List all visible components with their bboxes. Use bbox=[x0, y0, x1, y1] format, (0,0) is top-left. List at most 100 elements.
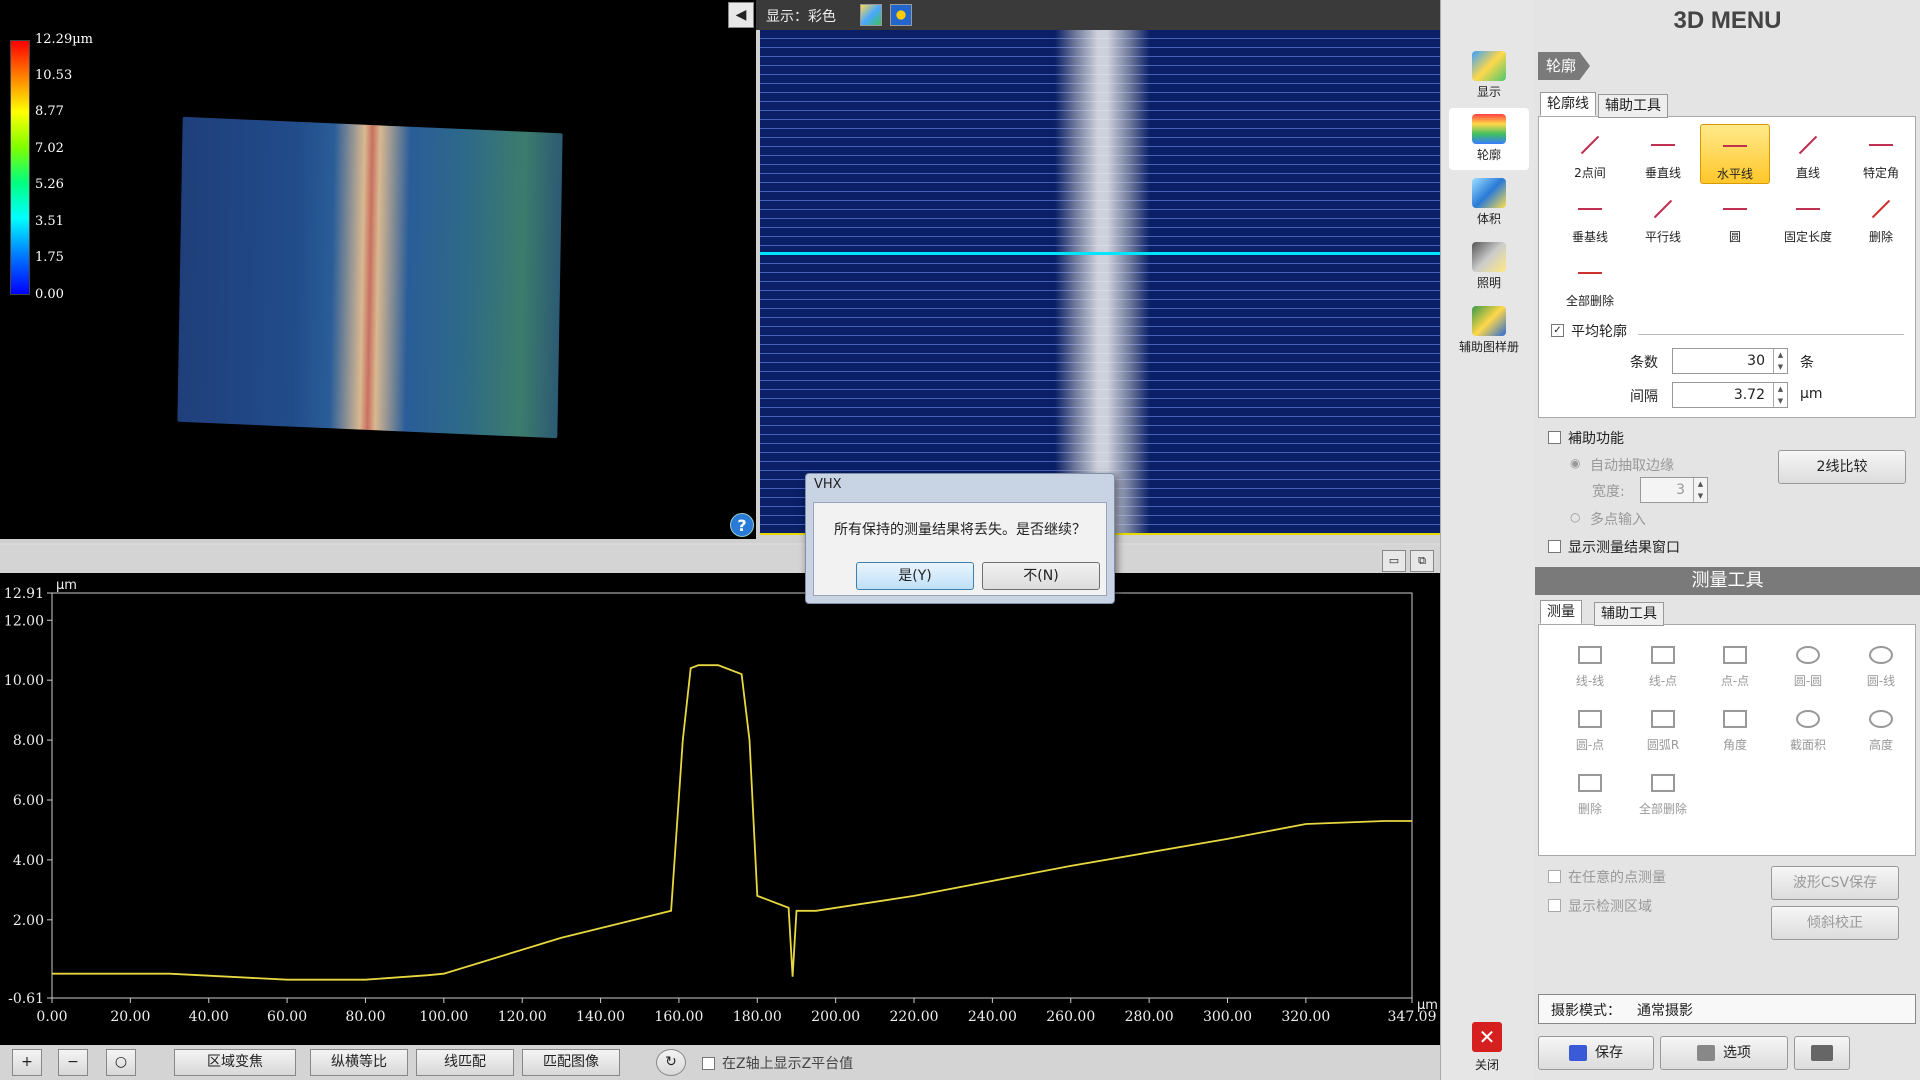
measure-tool-button[interactable]: 圆-圆 bbox=[1773, 632, 1843, 692]
close-icon[interactable]: ✕ bbox=[1472, 1022, 1502, 1052]
x-tick-label: 300.00 bbox=[1203, 1009, 1252, 1025]
help-icon[interactable]: ? bbox=[730, 513, 754, 537]
profile-tool-button[interactable]: 水平线 bbox=[1700, 124, 1770, 184]
zoom-fit-icon[interactable]: ○ bbox=[106, 1049, 136, 1076]
view-divider bbox=[0, 539, 760, 543]
profile-graph[interactable]: 12.91 12.00 10.00 8.00 6.00 4.00 2.00 -0.61 0.0… bbox=[0, 573, 1440, 1045]
measure-tool-button[interactable]: 圆-线 bbox=[1846, 632, 1916, 692]
display-mode-label: 显示：彩色 bbox=[766, 9, 836, 25]
horizontal-profile-line[interactable] bbox=[760, 252, 1440, 255]
x-tick-label: 40.00 bbox=[189, 1009, 229, 1025]
multi-point-radio[interactable]: ○ bbox=[1570, 510, 1580, 524]
width-label: 宽度: bbox=[1592, 484, 1625, 500]
y-tick-label: 10.00 bbox=[4, 673, 44, 689]
arbitrary-point-checkbox[interactable] bbox=[1548, 870, 1561, 883]
tab-measure-aux[interactable]: 辅助工具 bbox=[1594, 602, 1664, 626]
measure-tool-button[interactable]: 全部删除 bbox=[1628, 760, 1698, 820]
measure-tool-button[interactable]: 线-点 bbox=[1628, 632, 1698, 692]
y-tick-label: 4.00 bbox=[13, 853, 44, 869]
side-volume-button[interactable]: 体积 bbox=[1449, 172, 1529, 234]
profile-tool-button[interactable]: 删除 bbox=[1846, 188, 1916, 248]
profile-tool-button[interactable]: 垂直线 bbox=[1628, 124, 1698, 184]
measure-tool-button[interactable]: 角度 bbox=[1700, 696, 1770, 756]
legend-label: 3.51 bbox=[35, 214, 64, 229]
auto-edge-radio[interactable]: ◉ bbox=[1570, 456, 1580, 470]
measure-tool-icon bbox=[1572, 766, 1608, 798]
measure-tool-icon bbox=[1790, 702, 1826, 734]
profile-tool-label: 垂基线 bbox=[1571, 230, 1608, 244]
options-button[interactable]: 选项 bbox=[1660, 1036, 1788, 1070]
measure-tool-button[interactable]: 删除 bbox=[1555, 760, 1625, 820]
measure-tool-button[interactable]: 高度 bbox=[1846, 696, 1916, 756]
match-image-button[interactable]: 匹配图像 bbox=[522, 1049, 620, 1076]
tab-measure[interactable]: 测量 bbox=[1540, 600, 1582, 624]
profile-tool-button[interactable]: 固定长度 bbox=[1773, 188, 1843, 248]
count-input[interactable]: 30 ▲ ▼ bbox=[1672, 348, 1788, 374]
measure-tool-button[interactable]: 截面积 bbox=[1773, 696, 1843, 756]
tab-profile-line[interactable]: 轮廓线 bbox=[1540, 92, 1596, 116]
collapse-left-icon[interactable]: ◀ bbox=[728, 2, 754, 28]
profile-tool-button[interactable]: 垂基线 bbox=[1555, 188, 1625, 248]
csv-save-button[interactable]: 波形CSV保存 bbox=[1771, 866, 1899, 900]
profile-tool-button[interactable]: 特定角 bbox=[1846, 124, 1916, 184]
yes-button[interactable]: 是(Y) bbox=[856, 562, 974, 590]
zoom-out-icon[interactable]: − bbox=[58, 1049, 88, 1076]
profile-tool-icon bbox=[1790, 194, 1826, 226]
profile-tool-button[interactable]: 全部删除 bbox=[1555, 252, 1625, 312]
avg-profile-checkbox[interactable]: ✓ bbox=[1551, 324, 1564, 337]
interval-spinner[interactable]: ▲ ▼ bbox=[1773, 383, 1787, 407]
measure-tool-button[interactable]: 点-点 bbox=[1700, 632, 1770, 692]
width-spinner[interactable]: ▲ ▼ bbox=[1693, 478, 1707, 502]
interval-input[interactable]: 3.72 ▲ ▼ bbox=[1672, 382, 1788, 408]
show-result-window-checkbox[interactable] bbox=[1548, 540, 1561, 553]
lighting-icon bbox=[1472, 242, 1506, 272]
profile-tool-button[interactable]: 圆 bbox=[1700, 188, 1770, 248]
measure-tool-button[interactable]: 圆-点 bbox=[1555, 696, 1625, 756]
aspect-equal-button[interactable]: 纵横等比 bbox=[310, 1049, 408, 1076]
profile-tool-button[interactable]: 平行线 bbox=[1628, 188, 1698, 248]
width-input[interactable]: 3 ▲ ▼ bbox=[1640, 477, 1708, 503]
zoom-in-icon[interactable]: + bbox=[12, 1049, 42, 1076]
color-mode-icon[interactable] bbox=[860, 4, 882, 26]
tilt-correct-button[interactable]: 倾斜校正 bbox=[1771, 906, 1899, 940]
2d-image-view[interactable] bbox=[760, 30, 1440, 536]
x-tick-label: 260.00 bbox=[1046, 1009, 1095, 1025]
profile-icon bbox=[1472, 114, 1506, 144]
side-profile-button[interactable]: 轮廓 bbox=[1449, 108, 1529, 170]
profile-tool-icon bbox=[1572, 130, 1608, 162]
print-button[interactable] bbox=[1794, 1036, 1850, 1070]
profile-tool-icon bbox=[1863, 130, 1899, 162]
legend-label: 5.26 bbox=[35, 177, 64, 192]
measure-tool-button[interactable]: 圆弧R bbox=[1628, 696, 1698, 756]
avg-profile-label: 平均轮廓 bbox=[1571, 324, 1627, 340]
side-aux-sample-button[interactable]: 辅助图样册 bbox=[1449, 300, 1529, 362]
save-button[interactable]: 保存 bbox=[1538, 1036, 1654, 1070]
line-match-button[interactable]: 线匹配 bbox=[416, 1049, 514, 1076]
side-label: 照明 bbox=[1476, 276, 1501, 290]
profile-tool-label: 直线 bbox=[1795, 166, 1820, 180]
dialog-title: VHX bbox=[814, 477, 842, 492]
area-zoom-button[interactable]: 区域变焦 bbox=[174, 1049, 296, 1076]
refresh-icon[interactable]: ↻ bbox=[656, 1049, 686, 1076]
profile-tool-button[interactable]: 2点间 bbox=[1555, 124, 1625, 184]
x-tick-label: 60.00 bbox=[267, 1009, 307, 1025]
two-line-compare-button[interactable]: 2线比较 bbox=[1778, 450, 1906, 484]
aux-function-checkbox[interactable] bbox=[1548, 431, 1561, 444]
side-lighting-button[interactable]: 照明 bbox=[1449, 236, 1529, 298]
tab-aux-tools[interactable]: 辅助工具 bbox=[1598, 94, 1668, 118]
show-detect-area-checkbox[interactable] bbox=[1548, 899, 1561, 912]
no-button[interactable]: 不(N) bbox=[982, 562, 1100, 590]
profile-tool-button[interactable]: 直线 bbox=[1773, 124, 1843, 184]
options-label: 选项 bbox=[1723, 1045, 1751, 1061]
3d-surface-render[interactable] bbox=[177, 116, 563, 439]
restore-icon[interactable]: ⧉ bbox=[1410, 550, 1434, 572]
count-label: 条数 bbox=[1630, 355, 1658, 371]
show-z-checkbox[interactable] bbox=[702, 1057, 715, 1070]
minimize-icon[interactable]: ▭ bbox=[1382, 550, 1406, 572]
measure-tool-button[interactable]: 线-线 bbox=[1555, 632, 1625, 692]
side-display-button[interactable]: 显示 bbox=[1449, 45, 1529, 107]
measure-tool-icon bbox=[1717, 638, 1753, 670]
image-mode-icon[interactable] bbox=[890, 4, 912, 26]
3d-view[interactable]: 12.29µm 10.53 8.77 7.02 5.26 3.51 1.75 0… bbox=[0, 0, 756, 539]
count-spinner[interactable]: ▲ ▼ bbox=[1773, 349, 1787, 373]
